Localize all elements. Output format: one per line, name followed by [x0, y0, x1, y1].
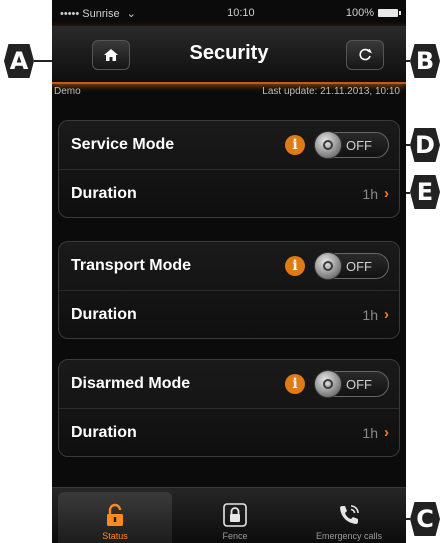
tab-label: Emergency calls	[315, 531, 383, 541]
duration-row[interactable]: Duration 1h ›	[59, 169, 399, 217]
toggle-state: OFF	[346, 259, 372, 274]
duration-row[interactable]: Duration 1h ›	[59, 290, 399, 338]
callout-d-label: D	[415, 131, 435, 159]
duration-row[interactable]: Duration 1h ›	[59, 408, 399, 456]
carrier-label: ••••• Sunrise ⌄	[60, 7, 136, 20]
mode-row: Disarmed Mode i OFF	[59, 360, 399, 408]
info-icon[interactable]: i	[285, 135, 305, 155]
callout-c: C	[410, 502, 440, 536]
duration-label: Duration	[71, 423, 137, 441]
padlock-open-icon	[107, 503, 123, 526]
toggle-knob[interactable]	[314, 131, 342, 159]
navigation-bar: Security	[52, 26, 406, 84]
mode-toggle[interactable]: OFF	[314, 252, 389, 280]
callout-b: B	[410, 44, 440, 78]
duration-label: Duration	[71, 305, 137, 323]
info-icon[interactable]: i	[285, 374, 305, 394]
mode-row: Service Mode i OFF	[59, 121, 399, 169]
carrier-name: ••••• Sunrise	[60, 7, 120, 20]
last-update: Last update: 21.11.2013, 10:10	[262, 86, 400, 97]
padlock-closed-icon	[223, 503, 247, 527]
battery-percent: 100%	[345, 7, 374, 19]
mode-label: Service Mode	[71, 136, 175, 153]
disarmed-mode-group: Disarmed Mode i OFF Duration 1h ›	[58, 359, 400, 457]
callout-e-label: E	[416, 178, 434, 206]
callout-c-label: C	[416, 505, 434, 533]
tab-status[interactable]: Status	[58, 492, 172, 543]
mode-label: Transport Mode	[71, 257, 192, 274]
phone-screen: ••••• Sunrise ⌄ 10:10 100% Security Demo…	[52, 0, 406, 543]
info-icon[interactable]: i	[285, 256, 305, 276]
refresh-icon	[359, 48, 372, 61]
phone-icon	[340, 505, 359, 524]
duration-label: Duration	[71, 184, 137, 202]
toggle-knob[interactable]	[314, 370, 342, 398]
site-name: Demo	[54, 86, 81, 97]
duration-value: 1h	[362, 185, 378, 202]
chevron-right-icon[interactable]: ›	[384, 306, 389, 323]
mode-row: Transport Mode i OFF	[59, 242, 399, 290]
toggle-state: OFF	[346, 377, 372, 392]
status-time: 10:10	[227, 7, 255, 19]
mode-toggle[interactable]: OFF	[314, 131, 389, 159]
tab-label: Fence	[222, 531, 248, 541]
callout-d: D	[410, 128, 440, 162]
battery-status: 100%	[345, 7, 401, 19]
callout-b-label: B	[415, 47, 435, 75]
tab-fence[interactable]: Fence	[178, 488, 292, 543]
duration-value: 1h	[362, 424, 378, 441]
callout-e: E	[410, 175, 440, 209]
tab-emergency-calls[interactable]: Emergency calls	[292, 488, 406, 543]
mode-toggle[interactable]: OFF	[314, 370, 389, 398]
info-subheader: Demo Last update: 21.11.2013, 10:10	[52, 86, 406, 104]
wifi-icon: ⌄	[126, 7, 136, 20]
battery-icon	[378, 9, 401, 17]
tab-label: Status	[102, 531, 128, 541]
toggle-knob[interactable]	[314, 252, 342, 280]
transport-mode-group: Transport Mode i OFF Duration 1h ›	[58, 241, 400, 339]
callout-a-label: A	[9, 47, 29, 75]
toggle-state: OFF	[346, 138, 372, 153]
service-mode-group: Service Mode i OFF Duration 1h ›	[58, 120, 400, 218]
mode-label: Disarmed Mode	[71, 375, 191, 392]
refresh-button[interactable]	[346, 40, 384, 70]
chevron-right-icon[interactable]: ›	[384, 424, 389, 441]
duration-value: 1h	[362, 306, 378, 323]
status-bar: ••••• Sunrise ⌄ 10:10 100%	[52, 0, 406, 26]
chevron-right-icon[interactable]: ›	[384, 185, 389, 202]
callout-a: A	[4, 44, 34, 78]
tab-bar: Status Fence Emergency calls	[52, 487, 406, 543]
